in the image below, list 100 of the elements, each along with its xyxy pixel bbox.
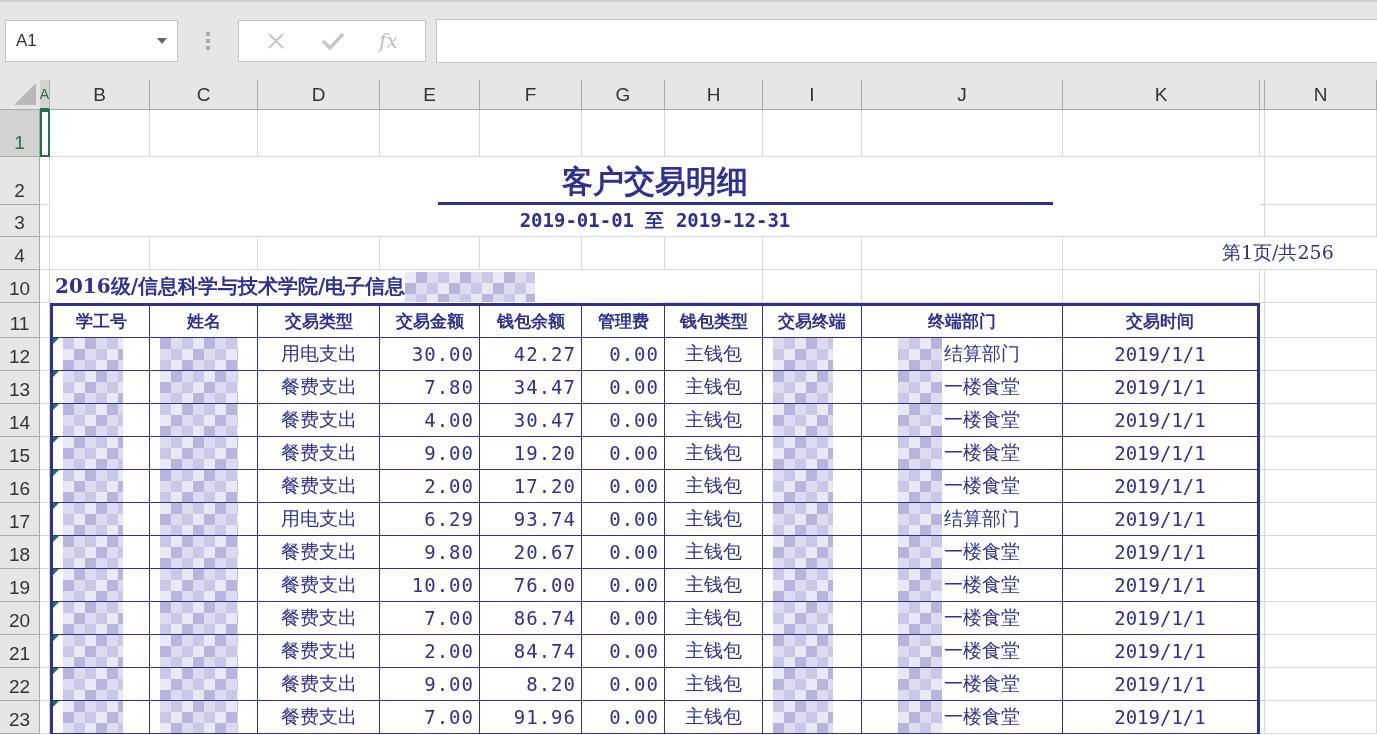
mosaic-blur: [63, 668, 123, 700]
spreadsheet-cell[interactable]: [1265, 470, 1377, 503]
spreadsheet-cell[interactable]: [40, 237, 50, 270]
column-header[interactable]: K: [1063, 80, 1260, 110]
table-cell: 2019/1/1: [1063, 536, 1260, 569]
table-cell: 20.67: [480, 536, 582, 569]
mosaic-blur: [898, 602, 942, 634]
name-box[interactable]: A1: [5, 20, 178, 62]
mosaic-blur: [898, 371, 942, 403]
row-header[interactable]: 10: [0, 270, 40, 303]
row-header[interactable]: 12: [0, 338, 40, 371]
cell-text: 一楼食堂: [944, 407, 1020, 432]
formula-input[interactable]: [436, 19, 1377, 63]
row-header[interactable]: 23: [0, 701, 40, 734]
table-cell: 主钱包: [665, 668, 763, 701]
mosaic-blur: [63, 503, 123, 535]
row-header[interactable]: 11: [0, 303, 40, 338]
column-header[interactable]: N: [1265, 80, 1377, 110]
spreadsheet-cell[interactable]: [1265, 157, 1377, 205]
mosaic-blur: [63, 404, 123, 436]
spreadsheet-cell[interactable]: [1265, 437, 1377, 470]
mosaic-blur: [773, 404, 833, 436]
spreadsheet-cell[interactable]: [1265, 569, 1377, 602]
column-header[interactable]: I: [763, 80, 862, 110]
spreadsheet-cell[interactable]: [1265, 338, 1377, 371]
checkmark-icon[interactable]: [320, 31, 345, 51]
spreadsheet-cell[interactable]: [1265, 536, 1377, 569]
mosaic-blur: [898, 569, 942, 601]
cell-text: 一楼食堂: [944, 605, 1020, 630]
row-header[interactable]: 1: [0, 110, 40, 157]
table-cell: 7.80: [380, 371, 480, 404]
table-cell: 2019/1/1: [1063, 338, 1260, 371]
spreadsheet-cell[interactable]: 第1页/共256: [1063, 237, 1377, 270]
mosaic-blur: [773, 437, 833, 469]
mosaic-blur: [63, 470, 123, 502]
row-header[interactable]: 3: [0, 205, 40, 237]
cell-text: 一楼食堂: [944, 572, 1020, 597]
spreadsheet-cell[interactable]: [1265, 110, 1377, 157]
spreadsheet-cell[interactable]: [1260, 270, 1265, 303]
row-header[interactable]: 17: [0, 503, 40, 536]
column-header[interactable]: [1260, 80, 1265, 110]
table-cell: 84.74: [480, 635, 582, 668]
spreadsheet-cell[interactable]: [1265, 303, 1377, 338]
row-header[interactable]: 18: [0, 536, 40, 569]
spreadsheet-cell[interactable]: [1265, 371, 1377, 404]
column-header[interactable]: G: [582, 80, 665, 110]
spreadsheet-cell[interactable]: [1265, 404, 1377, 437]
row-header[interactable]: 21: [0, 635, 40, 668]
mosaic-blur: [773, 503, 833, 535]
mosaic-blur: [898, 404, 942, 436]
table-cell: 0.00: [582, 569, 665, 602]
column-header[interactable]: E: [380, 80, 480, 110]
column-header[interactable]: J: [862, 80, 1063, 110]
row-header[interactable]: 13: [0, 371, 40, 404]
table-cell: 30.47: [480, 404, 582, 437]
table-cell: 2.00: [380, 635, 480, 668]
row-header[interactable]: 19: [0, 569, 40, 602]
row-header[interactable]: 20: [0, 602, 40, 635]
cancel-icon[interactable]: [266, 31, 287, 51]
spreadsheet-cell[interactable]: [1265, 503, 1377, 536]
spreadsheet-cell[interactable]: [1265, 205, 1377, 237]
active-cell[interactable]: [40, 110, 50, 157]
spreadsheet-cell[interactable]: [1265, 635, 1377, 668]
cell-text: 一楼食堂: [944, 440, 1020, 465]
spreadsheet-cell[interactable]: [1265, 668, 1377, 701]
group-label: 2016级/信息科学与技术学院/电子信息: [55, 273, 406, 300]
table-cell: 餐费支出: [258, 701, 380, 734]
column-header[interactable]: F: [480, 80, 582, 110]
cell-text: 一楼食堂: [944, 473, 1020, 498]
row-header[interactable]: 22: [0, 668, 40, 701]
table-cell: 2019/1/1: [1063, 503, 1260, 536]
column-heading: 交易类型: [258, 303, 380, 338]
table-cell: 30.00: [380, 338, 480, 371]
table-cell: 主钱包: [665, 635, 763, 668]
spreadsheet-cell[interactable]: [1260, 110, 1265, 157]
mosaic-blur: [63, 701, 123, 733]
row-header[interactable]: 14: [0, 404, 40, 437]
row-header[interactable]: 4: [0, 237, 40, 270]
table-cell: 主钱包: [665, 503, 763, 536]
table-cell: 主钱包: [665, 371, 763, 404]
table-cell: 2019/1/1: [1063, 470, 1260, 503]
row-header[interactable]: 2: [0, 157, 40, 205]
column-header[interactable]: C: [150, 80, 258, 110]
column-header[interactable]: H: [665, 80, 763, 110]
column-header[interactable]: D: [258, 80, 380, 110]
column-heading: 姓名: [150, 303, 258, 338]
table-cell: 42.27: [480, 338, 582, 371]
column-heading: 学工号: [50, 303, 150, 338]
spreadsheet-cell[interactable]: [1265, 602, 1377, 635]
row-header[interactable]: 15: [0, 437, 40, 470]
row-header[interactable]: 16: [0, 470, 40, 503]
table-cell: 4.00: [380, 404, 480, 437]
column-header[interactable]: B: [50, 80, 150, 110]
spreadsheet-cell[interactable]: [1265, 270, 1377, 303]
mosaic-blur: [898, 470, 942, 502]
table-cell: 0.00: [582, 536, 665, 569]
cell-text: 一楼食堂: [944, 539, 1020, 564]
table-cell: 餐费支出: [258, 602, 380, 635]
spreadsheet-cell[interactable]: [1265, 701, 1377, 734]
mosaic-blur: [63, 569, 123, 601]
